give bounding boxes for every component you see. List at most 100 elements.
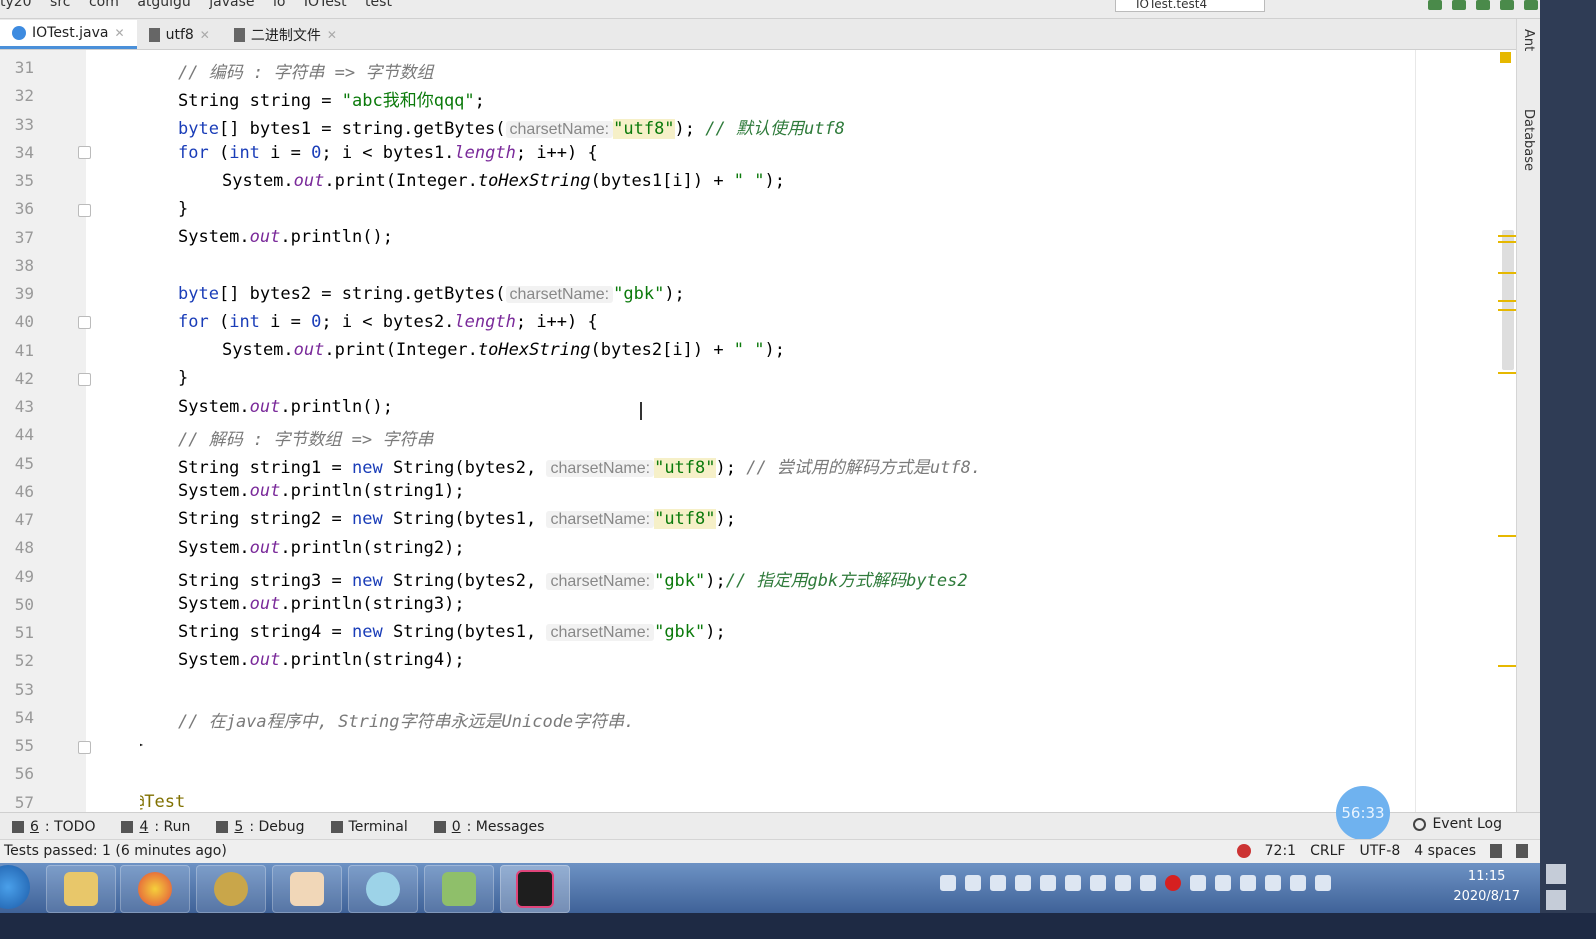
line-number[interactable]: 38 — [0, 256, 34, 275]
fold-icon[interactable] — [78, 316, 91, 329]
line-number[interactable]: 55 — [0, 736, 34, 755]
tool-window-debug[interactable]: 5: Debug — [216, 819, 305, 835]
profile-icon[interactable] — [1500, 0, 1514, 10]
line-number[interactable]: 57 — [0, 793, 34, 812]
wrench-icon[interactable] — [1090, 875, 1106, 891]
warning-marker[interactable] — [1498, 372, 1516, 374]
tool-window-terminal[interactable]: Terminal — [330, 819, 408, 835]
fold-icon[interactable] — [78, 146, 91, 159]
fold-icon[interactable] — [78, 204, 91, 217]
line-number[interactable]: 43 — [0, 397, 34, 416]
breadcrumb-item[interactable]: test — [365, 0, 392, 10]
line-number[interactable]: 35 — [0, 171, 34, 190]
status-message[interactable]: Tests passed: 1 (6 minutes ago) — [4, 843, 227, 859]
network-icon[interactable] — [1240, 875, 1256, 891]
taskbar-explorer[interactable] — [46, 865, 116, 913]
breadcrumb-item[interactable]: ty20 — [0, 0, 32, 10]
warning-marker[interactable] — [1498, 309, 1516, 311]
breadcrumb-item[interactable]: IOTest — [304, 0, 347, 10]
close-icon[interactable]: ✕ — [115, 26, 125, 40]
help-icon[interactable] — [1115, 875, 1131, 891]
run-icon[interactable] — [1428, 0, 1442, 10]
line-number[interactable]: 52 — [0, 651, 34, 670]
display-icon[interactable] — [1290, 875, 1306, 891]
warning-marker[interactable] — [1498, 535, 1516, 537]
line-number[interactable]: 46 — [0, 482, 34, 501]
event-log-button[interactable]: Event Log — [1413, 816, 1502, 832]
line-number[interactable]: 45 — [0, 454, 34, 473]
notification-icon[interactable] — [1236, 844, 1251, 858]
warning-marker[interactable] — [1498, 665, 1516, 667]
line-number[interactable]: 37 — [0, 228, 34, 247]
scroll-up-icon[interactable] — [1546, 864, 1566, 884]
weather-icon[interactable] — [1215, 875, 1231, 891]
record-icon[interactable] — [1165, 875, 1181, 891]
volume-icon[interactable] — [1265, 875, 1281, 891]
bag-icon[interactable] — [1065, 875, 1081, 891]
code-editor[interactable]: // 编码 : 字符串 => 字节数组 String string = "abc… — [140, 50, 1415, 825]
language-icon[interactable] — [965, 875, 981, 891]
security-icon[interactable] — [1190, 875, 1206, 891]
system-clock[interactable]: 11:15 2020/8/17 — [1453, 867, 1520, 907]
line-number[interactable]: 50 — [0, 595, 34, 614]
line-number[interactable]: 40 — [0, 312, 34, 331]
inspector-icon[interactable] — [1516, 844, 1528, 858]
caret-position[interactable]: 72:1 — [1265, 843, 1296, 859]
breadcrumb-item[interactable]: com — [89, 0, 119, 10]
indent-setting[interactable]: 4 spaces — [1414, 843, 1476, 859]
breadcrumb-item[interactable]: javase — [209, 0, 254, 10]
tool-window-messages[interactable]: 0: Messages — [433, 819, 544, 835]
line-number[interactable]: 36 — [0, 199, 34, 218]
line-number[interactable]: 44 — [0, 425, 34, 444]
punctuation-icon[interactable] — [1015, 875, 1031, 891]
tab-utf8[interactable]: utf8 ✕ — [137, 21, 222, 49]
lock-icon[interactable] — [1490, 844, 1502, 858]
line-number[interactable]: 34 — [0, 143, 34, 162]
line-number[interactable]: 41 — [0, 341, 34, 360]
line-number[interactable]: 51 — [0, 623, 34, 642]
sidebar-item-database[interactable]: Database — [1521, 109, 1536, 171]
sidebar-item-ant[interactable]: Ant — [1521, 29, 1536, 51]
line-number[interactable]: 48 — [0, 538, 34, 557]
taskbar-notepad[interactable] — [424, 865, 494, 913]
taskbar-screen-recorder[interactable] — [348, 865, 418, 913]
coverage-icon[interactable] — [1476, 0, 1490, 10]
line-number[interactable]: 56 — [0, 764, 34, 783]
line-number[interactable]: 54 — [0, 708, 34, 727]
run-configuration-select[interactable]: IOTest.test4 — [1115, 0, 1265, 12]
taskbar-avatar-app[interactable] — [272, 865, 342, 913]
error-stripe[interactable] — [1490, 50, 1515, 825]
warning-marker[interactable] — [1498, 300, 1516, 302]
line-number[interactable]: 53 — [0, 680, 34, 699]
warning-marker[interactable] — [1498, 235, 1516, 237]
warning-marker[interactable] — [1498, 272, 1516, 274]
tab-binary-file[interactable]: 二进制文件 ✕ — [222, 21, 349, 49]
tool-window-run[interactable]: 4: Run — [121, 819, 190, 835]
battery-icon[interactable] — [1315, 875, 1331, 891]
line-separator[interactable]: CRLF — [1310, 843, 1345, 859]
line-number[interactable]: 39 — [0, 284, 34, 303]
file-encoding[interactable]: UTF-8 — [1359, 843, 1400, 859]
inspection-status-icon[interactable] — [1500, 52, 1511, 63]
expand-tray-icon[interactable] — [1140, 875, 1156, 891]
close-icon[interactable]: ✕ — [327, 28, 337, 42]
breadcrumb-item[interactable]: atguigu — [137, 0, 190, 10]
line-number[interactable]: 42 — [0, 369, 34, 388]
line-number[interactable]: 49 — [0, 567, 34, 586]
input-method-icon[interactable] — [940, 875, 956, 891]
tab-iotest-java[interactable]: IOTest.java ✕ — [0, 20, 137, 49]
fold-icon[interactable] — [78, 373, 91, 386]
fold-icon[interactable] — [78, 741, 91, 754]
scroll-down-icon[interactable] — [1546, 890, 1566, 910]
stop-icon[interactable] — [1524, 0, 1538, 10]
line-number[interactable]: 31 — [0, 58, 34, 77]
taskbar-browser[interactable] — [120, 865, 190, 913]
breadcrumb-item[interactable]: io — [273, 0, 285, 10]
line-number[interactable]: 47 — [0, 510, 34, 529]
moon-icon[interactable] — [990, 875, 1006, 891]
tool-window-todo[interactable]: 6: TODO — [12, 819, 95, 835]
start-button[interactable] — [0, 865, 30, 909]
debug-icon[interactable] — [1452, 0, 1466, 10]
breadcrumb-item[interactable]: src — [50, 0, 70, 10]
warning-marker[interactable] — [1498, 241, 1516, 243]
